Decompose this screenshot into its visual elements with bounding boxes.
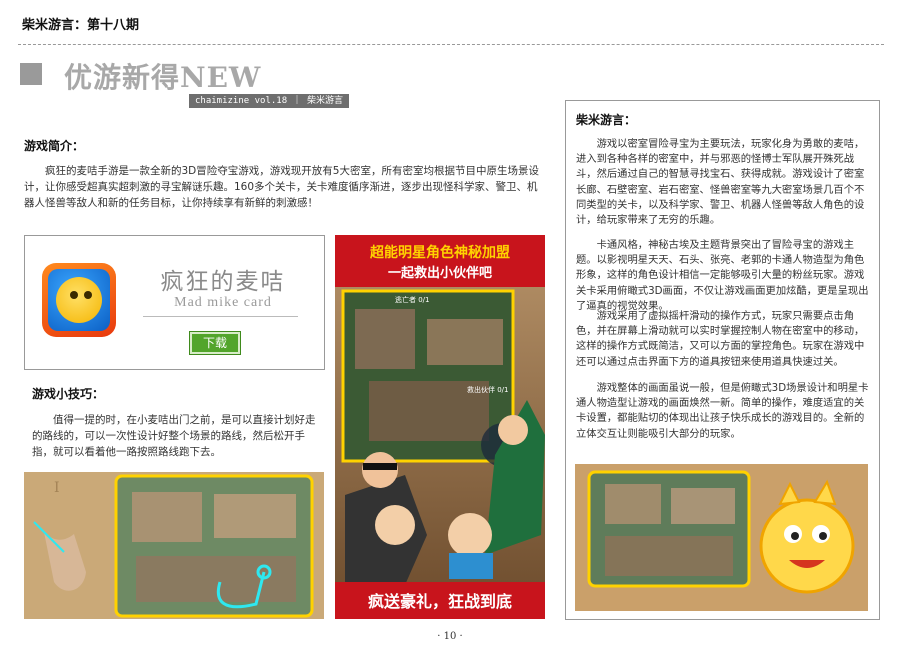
sidebar-paragraph-1: 游戏以密室冒险寻宝为主要玩法，玩家化身为勇敢的麦咭，进入到各种各样的密室中，并与… bbox=[576, 138, 865, 227]
app-name-en: Mad mike card bbox=[174, 295, 272, 310]
poster-top-line1: 超能明星角色神秘加盟 bbox=[369, 244, 510, 261]
intro-body: 疯狂的麦咭手游是一款全新的3D冒险夺宝游戏，游戏现开放有5大密室，所有密室均根据… bbox=[24, 165, 539, 209]
poster-bottom-text: 疯送豪礼，狂战到底 bbox=[368, 592, 512, 611]
tips-body: 值得一提的时，在小麦咭出门之前，是可以直接计划好走的路线的，可以一次性设计好整个… bbox=[32, 414, 316, 458]
commentary-sidebar: 柴米游言： 游戏以密室冒险寻宝为主要玩法，玩家化身为勇敢的麦咭，进入到各种各样的… bbox=[565, 100, 880, 620]
sidebar-paragraph-4: 游戏整体的画面虽说一般，但是俯瞰式3D场景设计和明星卡通人物造型让游戏的画面焕然… bbox=[576, 382, 869, 440]
app-card-divider bbox=[143, 316, 298, 317]
mascot-gameplay-image bbox=[575, 464, 868, 611]
app-icon[interactable] bbox=[42, 263, 116, 337]
game-poster-image: 超能明星角色神秘加盟 一起救出小伙伴吧 逃亡者 0/1 救出伙伴 0/1 疯送豪… bbox=[335, 235, 545, 619]
poster-top-line2: 一起救出小伙伴吧 bbox=[388, 265, 492, 281]
sidebar-paragraph-2: 卡通风格，神秘古埃及主题背景突出了冒险寻宝的游戏主题。以影视明星天天、石头、张亮… bbox=[576, 239, 869, 312]
sidebar-paragraph-3: 游戏采用了虚拟摇杆滑动的操作方式，玩家只需要点击角色，并在屏幕上滑动就可以实时掌… bbox=[576, 310, 865, 368]
tips-heading: 游戏小技巧： bbox=[32, 387, 105, 401]
sidebar-heading: 柴米游言： bbox=[576, 113, 637, 127]
section-title: 优游新得NEW bbox=[64, 61, 262, 94]
poster-hud-2: 救出伙伴 0/1 bbox=[467, 385, 509, 394]
intro-heading: 游戏简介： bbox=[24, 139, 85, 153]
header-divider bbox=[18, 44, 884, 45]
gameplay-route-image: I bbox=[24, 472, 324, 619]
section-square-icon bbox=[20, 63, 42, 85]
poster-hud-1: 逃亡者 0/1 bbox=[395, 295, 430, 304]
app-name-cn: 疯狂的麦咭 bbox=[160, 269, 286, 295]
volume-tag: chaimizine vol.18 ｜ 柴米游言 bbox=[189, 94, 349, 108]
magazine-header-title: 柴米游言：第十八期 bbox=[22, 18, 140, 33]
app-download-card: 疯狂的麦咭 Mad mike card 下载 bbox=[24, 235, 325, 370]
svg-text:I: I bbox=[54, 480, 60, 496]
download-button[interactable]: 下载 bbox=[189, 331, 241, 355]
page-number: · 10 · bbox=[437, 631, 463, 642]
